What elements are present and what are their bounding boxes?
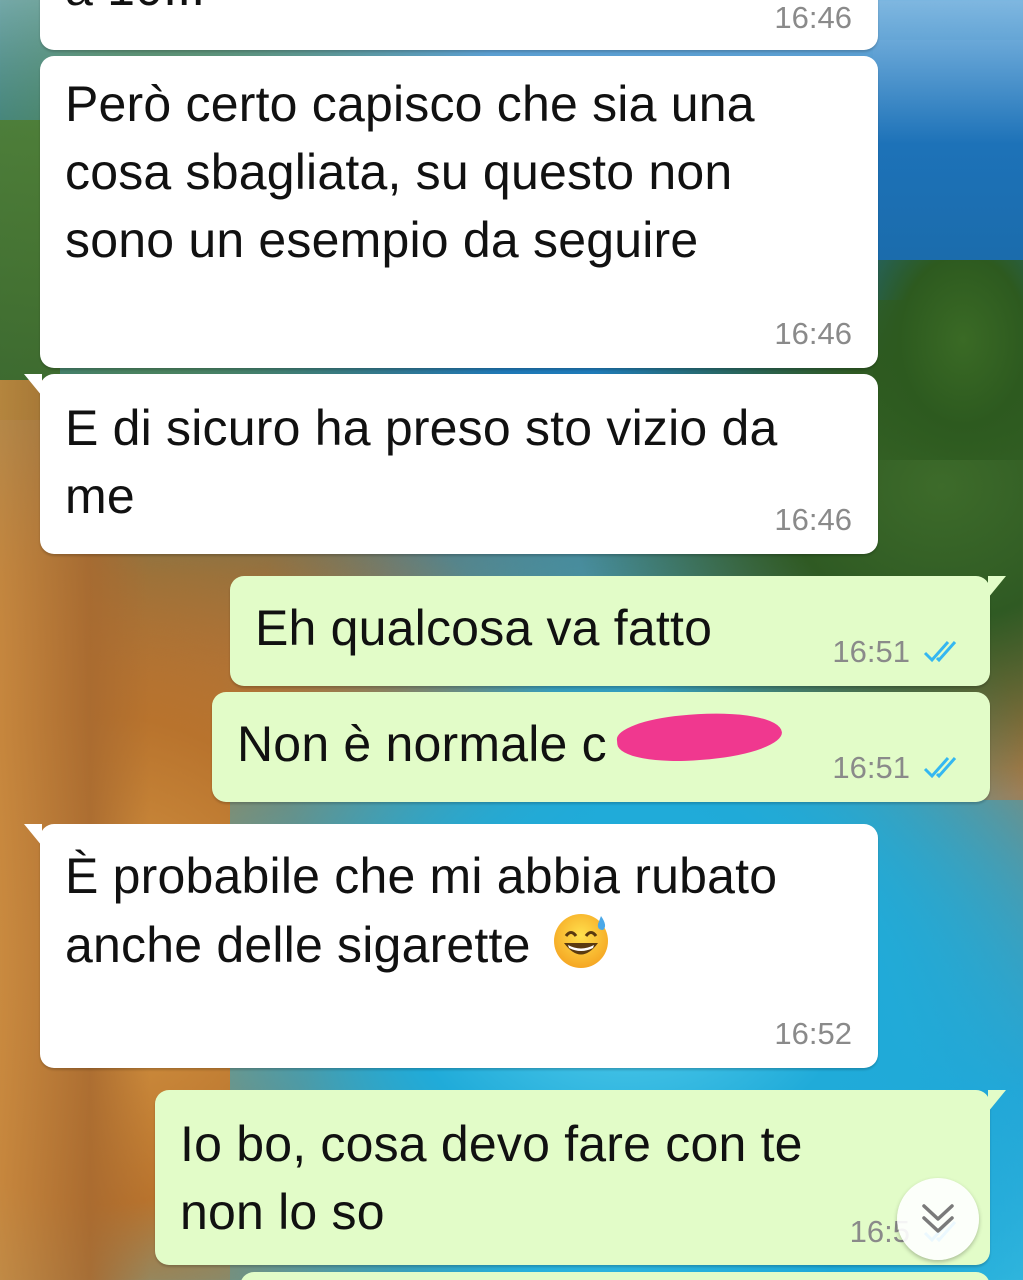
message-outgoing [240,1272,990,1280]
message-time: 16:51 [832,750,910,785]
message-text: E di sicuro ha preso sto vizio da me [65,400,778,524]
message-incoming[interactable]: Però certo capisco che sia una cosa sbag… [40,56,878,368]
bubble-tail [24,824,42,846]
chevron-double-down-icon [922,1204,954,1233]
message-text: a 10... [65,0,853,22]
message-text: È probabile che mi abbia rubato anche de… [65,842,828,979]
message-outgoing[interactable]: Eh qualcosa va fatto 16:51 [230,576,1006,686]
double-check-icon [923,641,957,663]
message-text-body: È probabile che mi abbia rubato anche de… [65,848,778,973]
grinning-face-with-sweat-icon [551,910,611,970]
message-text: Però certo capisco che sia una cosa sbag… [65,76,755,268]
double-check-icon [923,757,957,779]
message-outgoing[interactable]: Non è normale c 16:51 [212,692,990,802]
scroll-to-bottom-button[interactable] [897,1178,979,1260]
message-incoming[interactable]: È probabile che mi abbia rubato anche de… [24,824,878,1068]
message-time: 16:46 [774,316,852,351]
wallpaper-trees [873,260,1023,460]
message-text: Io bo, cosa devo fare con te non lo so [180,1116,803,1240]
bubble-tail [988,1090,1006,1112]
message-time: 16:46 [774,502,852,537]
message-outgoing[interactable]: Io bo, cosa devo fare con te non lo so 1… [155,1090,1006,1265]
message-time: 16:52 [774,1016,852,1051]
bubble-tail [988,576,1006,598]
message-time: 16:46 [774,0,852,35]
message-incoming[interactable]: E di sicuro ha preso sto vizio da me 16:… [24,374,878,554]
bubble-tail [24,374,42,396]
message-time: 16:51 [832,634,910,669]
message-incoming[interactable]: a 10... 16:46 [40,0,878,50]
